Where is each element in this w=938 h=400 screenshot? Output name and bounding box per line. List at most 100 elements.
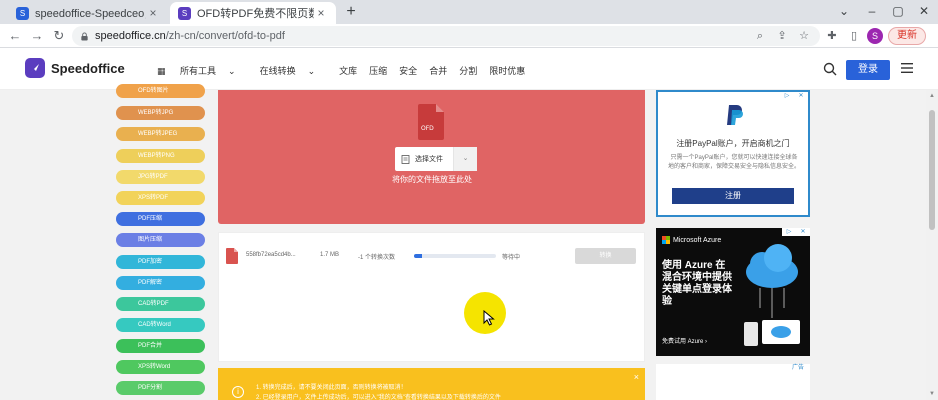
sidebar-tool-item[interactable]: WEBP转PNG (116, 149, 205, 163)
reload-icon[interactable]: ↻ (50, 27, 68, 45)
notice-line-2: 2. 已经登录用户，文件上传成功后，可以进入"我的文档"查看转换结果以及下载转换… (256, 395, 501, 400)
close-tab-icon[interactable]: × (146, 6, 160, 20)
login-button[interactable]: 登录 (846, 60, 890, 80)
scroll-up-icon[interactable]: ▲ (928, 92, 936, 100)
notice-banner: i 1. 转换完成后，请不要关闭此页面，否则转换将被取消！ 2. 已经登录用户，… (218, 368, 645, 400)
chevron-right-icon: › (705, 339, 708, 345)
sidebar-tool-item[interactable]: JPG转PDF (116, 170, 205, 184)
browser-toolbar: ← → ↻ speedoffice.cn/zh-cn/convert/ofd-t… (0, 24, 938, 48)
sidebar-tool-item[interactable]: 图片压缩 (116, 233, 205, 247)
page-scrollbar[interactable]: ▲ ▼ (926, 90, 938, 400)
progress-bar (414, 254, 496, 258)
chevron-down-icon[interactable]: ⌄ (453, 147, 477, 171)
close-window-icon[interactable]: ✕ (910, 0, 938, 24)
main-nav: ▦ 所有工具 ⌄ 在线转换 ⌄ 文库 压缩 安全 合并 分割 限时优惠 (157, 64, 537, 77)
choose-file-button[interactable]: 选择文件 ⌄ (395, 147, 477, 171)
bookmark-star-icon[interactable]: ☆ (796, 28, 812, 44)
menu-icon[interactable] (901, 63, 913, 73)
sidebar-tool-item[interactable]: PDF分割 (116, 381, 205, 395)
choose-file-label: 选择文件 (415, 156, 443, 163)
paypal-ad[interactable]: ▷ ✕ 注册PayPal账户，开启商机之门 只需一个PayPal账户，您就可以快… (656, 90, 810, 217)
scroll-down-icon[interactable]: ▼ (928, 390, 936, 398)
info-icon: i (232, 386, 244, 398)
microsoft-logo: Microsoft Azure (662, 236, 721, 244)
paypal-register-button[interactable]: 注册 (672, 188, 794, 204)
azure-cta[interactable]: 免费试用 Azure › (662, 336, 707, 345)
profile-avatar[interactable]: S (867, 28, 883, 44)
nav-merge[interactable]: 合并 (429, 64, 447, 77)
speedoffice-favicon-icon: S (16, 6, 29, 20)
zoom-icon[interactable]: ⌕ (752, 28, 768, 44)
file-status: 等待中 (502, 255, 521, 261)
sidebar-tool-item[interactable]: XPS转Word (116, 360, 205, 374)
share-icon[interactable]: ⇪ (774, 28, 790, 44)
sidebar-tool-item[interactable]: OFD转图片 (116, 84, 205, 98)
sidebar-tool-item[interactable]: PDF加密 (116, 255, 205, 269)
nav-security[interactable]: 安全 (399, 64, 417, 77)
sidebar-tool-item[interactable]: WEBP转JPEG (116, 127, 205, 141)
ad-close-icon[interactable]: ✕ (794, 92, 808, 100)
site-logo[interactable]: Speedoffice (25, 58, 125, 78)
browser-tab-bar: S speedoffice-Speedceo，做首己 × S OFD转PDF免费… (0, 0, 938, 24)
chevron-down-icon: ⌄ (228, 66, 236, 76)
close-icon[interactable]: × (634, 372, 639, 382)
url-path: /zh-cn/convert/ofd-to-pdf (165, 30, 285, 42)
minimize-icon[interactable]: – (858, 0, 886, 24)
cloud-illustration-icon (744, 244, 800, 346)
maximize-icon[interactable]: ▢ (884, 0, 912, 24)
sidebar-tool-item[interactable]: CAD转PDF (116, 297, 205, 311)
ad-close-icon[interactable]: ✕ (796, 228, 810, 236)
grid-icon: ▦ (157, 66, 169, 76)
sidebar-tool-item[interactable]: CAD转Word (116, 318, 205, 332)
scrollbar-thumb[interactable] (929, 110, 935, 230)
file-size: 1.7 MB (320, 252, 340, 258)
sidebar-tool-item[interactable]: XPS转PDF (116, 191, 205, 205)
update-button[interactable]: 更新 (888, 27, 926, 45)
sidebar-tool-item[interactable]: PDF压缩 (116, 212, 205, 226)
nav-split[interactable]: 分割 (459, 64, 477, 77)
ad-info-icon[interactable]: ▷ (780, 92, 794, 100)
ad-slot[interactable]: 广告 (656, 364, 810, 400)
sidebar-tool-item[interactable]: WEBP转JPG (116, 106, 205, 120)
rocket-logo-icon (25, 58, 45, 78)
sidebar-tool-item[interactable]: PDF解密 (116, 276, 205, 290)
drop-hint: 将你的文件拖放至此处 (392, 175, 472, 184)
progress-fill (414, 254, 423, 258)
chevron-down-icon[interactable]: ⌄ (830, 0, 858, 24)
nav-promo[interactable]: 限时优惠 (489, 64, 525, 77)
browser-tab-speedoffice[interactable]: S speedoffice-Speedceo，做首己 × (8, 2, 168, 24)
lock-icon (81, 31, 88, 41)
chevron-down-icon: ⌄ (307, 66, 316, 76)
ad-badge: 广告 (791, 365, 804, 371)
nav-online-convert[interactable]: 在线转换 ⌄ (260, 64, 328, 77)
sidebar-tool-item[interactable]: PDF合并 (116, 339, 205, 353)
logo-text: Speedoffice (51, 60, 125, 76)
extensions-icon[interactable]: ✚ (824, 28, 840, 44)
back-icon[interactable]: ← (6, 27, 24, 45)
file-name: 558fb72ea5cd4b... (246, 252, 296, 258)
address-bar[interactable]: speedoffice.cn/zh-cn/convert/ofd-to-pdf (72, 26, 820, 46)
azure-ad[interactable]: ▷ ✕ Microsoft Azure 使用 Azure 在混合环境中提供关键单… (656, 228, 810, 356)
ad-info-icon[interactable]: ▷ (782, 228, 796, 236)
mouse-cursor-icon (483, 310, 495, 326)
new-tab-button[interactable]: + (342, 3, 360, 21)
paypal-body: 只需一个PayPal账户，您就可以快速连接全球各地的客户和商家，保障交易安全与隐… (668, 155, 801, 170)
file-icon (401, 154, 410, 164)
browser-tab-ofd-to-pdf[interactable]: S OFD转PDF免费不限页数, OFD在 × (170, 2, 336, 24)
close-tab-icon[interactable]: × (314, 6, 328, 20)
azure-headline: 使用 Azure 在混合环境中提供关键单点登录体验 (662, 260, 732, 307)
url-domain: speedoffice.cn (95, 30, 166, 42)
forward-icon[interactable]: → (28, 27, 46, 45)
tab-title: OFD转PDF免费不限页数, OFD在 (197, 8, 314, 20)
convert-button[interactable]: 转换 (575, 248, 636, 264)
speedoffice-favicon-icon: S (178, 6, 191, 20)
sidepanel-icon[interactable]: ▯ (846, 28, 862, 44)
microsoft-logo-icon (662, 236, 670, 244)
nav-compress[interactable]: 压缩 (369, 64, 387, 77)
notice-line-1: 1. 转换完成后，请不要关闭此页面，否则转换将被取消！ (256, 385, 407, 391)
nav-library[interactable]: 文库 (339, 64, 357, 77)
nav-all-tools[interactable]: ▦ 所有工具 ⌄ (157, 64, 248, 77)
search-icon[interactable] (823, 62, 837, 76)
file-badge-text: OFD (421, 125, 434, 132)
pdf-file-icon (226, 248, 238, 264)
